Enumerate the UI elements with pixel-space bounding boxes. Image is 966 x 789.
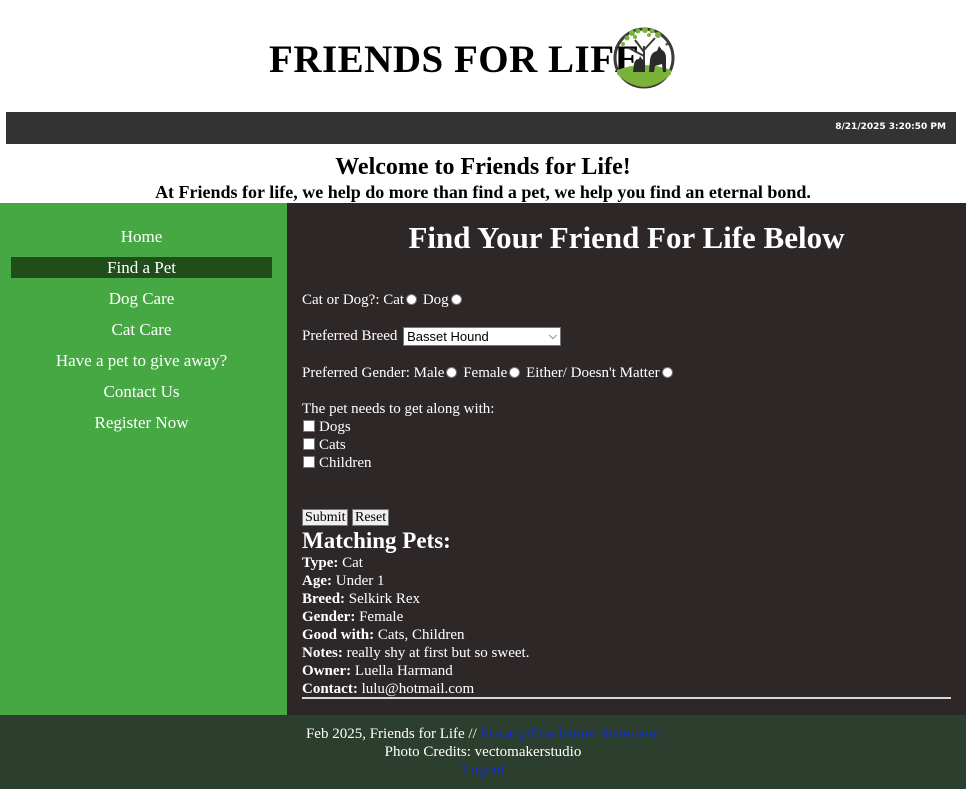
breed-select[interactable]: Basset Hound ⌵ — [403, 327, 562, 347]
detail-label: Age: — [302, 573, 332, 589]
dog-radio[interactable] — [450, 294, 462, 306]
nav-item-give-away[interactable]: Have a pet to give away? — [11, 350, 272, 381]
pet-type-row: Cat or Dog?: Cat Dog — [302, 291, 464, 309]
female-option-label: Female — [463, 365, 508, 381]
pet-detail-breed: Breed: Selkirk Rex — [302, 590, 950, 608]
detail-value: Cats, Children — [377, 627, 465, 643]
nav-item-label: Cat Care — [111, 320, 172, 339]
pet-detail-contact: Contact: lulu@hotmail.com — [302, 680, 950, 698]
nav-item-label: Contact Us — [103, 382, 180, 401]
detail-value: lulu@hotmail.com — [361, 681, 475, 697]
gender-label: Preferred Gender: — [302, 365, 410, 381]
pet-detail-notes: Notes: really shy at first but so sweet. — [302, 644, 950, 662]
nav-item-register-now[interactable]: Register Now — [11, 412, 272, 443]
nav-menu: Home Find a Pet Dog Care Cat Care Have a… — [11, 226, 272, 443]
dogs-checkbox-label: Dogs — [319, 419, 351, 435]
children-checkbox-label: Children — [319, 455, 372, 471]
photo-credits: Photo Credits: vectomakerstudio — [384, 744, 582, 760]
pet-type-label: Cat or Dog?: — [302, 292, 380, 308]
page-title: Find Your Friend For Life Below — [408, 220, 845, 255]
matching-pets-heading: Matching Pets: — [302, 528, 451, 553]
nav-item-dog-care[interactable]: Dog Care — [11, 288, 272, 319]
reset-button[interactable]: Reset — [352, 509, 390, 526]
site-title: FRIENDS FOR LIFE — [269, 38, 642, 81]
chevron-down-icon: ⌵ — [548, 330, 558, 343]
cats-checkbox-label: Cats — [319, 437, 346, 453]
detail-label: Contact: — [302, 681, 358, 697]
children-checkbox[interactable] — [303, 456, 315, 469]
detail-value: Selkirk Rex — [348, 591, 421, 607]
either-option-label: Either/ Doesn't Matter — [526, 365, 660, 381]
results-divider — [302, 697, 951, 699]
detail-label: Owner: — [302, 663, 352, 679]
cat-option-label: Cat — [383, 292, 405, 308]
detail-label: Gender: — [302, 609, 356, 625]
detail-value: Cat — [342, 555, 363, 571]
either-radio[interactable] — [661, 367, 673, 379]
current-datetime: 8/21/2025 3:20:50 PM — [835, 122, 946, 132]
welcome-heading: Welcome to Friends for Life! — [335, 154, 631, 180]
site-header: FRIENDS FOR LIFE — [0, 0, 966, 112]
nav-item-label: Register Now — [94, 413, 189, 432]
footer-logout-line: Logout — [0, 761, 966, 779]
tagline: At Friends for life, we help do more tha… — [155, 182, 811, 202]
logout-link[interactable]: Logout — [461, 762, 504, 778]
along-label: The pet needs to get along with: — [302, 401, 495, 417]
breed-select-value: Basset Hound — [407, 329, 489, 345]
detail-value: Female — [359, 609, 404, 625]
sidebar: Home Find a Pet Dog Care Cat Care Have a… — [0, 203, 287, 715]
cat-radio[interactable] — [406, 294, 418, 306]
detail-label: Type: — [302, 555, 339, 571]
footer-copyright: Feb 2025, Friends for Life // — [305, 726, 477, 742]
privacy-link[interactable]: Privacy/Disclaimer Statement — [481, 726, 661, 742]
breed-label: Preferred Breed — [302, 328, 398, 344]
pet-detail-good-with: Good with: Cats, Children — [302, 626, 950, 644]
pet-detail-age: Age: Under 1 — [302, 572, 950, 590]
nav-item-label: Dog Care — [108, 289, 175, 308]
detail-label: Notes: — [302, 645, 343, 661]
detail-value: Luella Harmand — [354, 663, 453, 679]
nav-item-label: Have a pet to give away? — [55, 351, 228, 370]
nav-item-home[interactable]: Home — [11, 226, 272, 257]
nav-item-cat-care[interactable]: Cat Care — [11, 319, 272, 350]
nav-item-label: Find a Pet — [11, 257, 272, 278]
breed-row: Preferred Breed Basset Hound ⌵ — [302, 327, 562, 347]
pet-detail-type: Type: Cat — [302, 554, 950, 572]
pet-tree-logo-icon — [613, 27, 675, 89]
nav-item-find-a-pet[interactable]: Find a Pet — [11, 257, 272, 288]
female-radio[interactable] — [509, 367, 521, 379]
main-content: Find Your Friend For Life Below Cat or D… — [287, 203, 966, 715]
detail-label: Good with: — [302, 627, 375, 643]
footer-copyright-line: Feb 2025, Friends for Life // Privacy/Di… — [0, 725, 966, 743]
detail-value: really shy at first but so sweet. — [346, 645, 530, 661]
submit-button[interactable]: Submit — [302, 509, 349, 526]
detail-label: Breed: — [302, 591, 346, 607]
detail-value: Under 1 — [335, 573, 385, 589]
male-radio[interactable] — [446, 367, 458, 379]
pet-detail-gender: Gender: Female — [302, 608, 950, 626]
pet-match-card: Type: Cat Age: Under 1 Breed: Selkirk Re… — [302, 554, 950, 698]
dog-option-label: Dog — [422, 292, 449, 308]
site-footer: Feb 2025, Friends for Life // Privacy/Di… — [0, 715, 966, 789]
gender-row: Preferred Gender: Male Female Either/ Do… — [302, 364, 675, 382]
dogs-checkbox[interactable] — [303, 420, 315, 433]
male-option-label: Male — [413, 365, 445, 381]
along-children-row: Children — [302, 454, 372, 472]
nav-item-label: Home — [120, 227, 163, 246]
along-dogs-row: Dogs — [302, 418, 351, 436]
date-bar: 8/21/2025 3:20:50 PM — [6, 112, 956, 144]
nav-item-contact-us[interactable]: Contact Us — [11, 381, 272, 412]
cats-checkbox[interactable] — [303, 438, 315, 451]
along-cats-row: Cats — [302, 436, 346, 454]
pet-detail-owner: Owner: Luella Harmand — [302, 662, 950, 680]
